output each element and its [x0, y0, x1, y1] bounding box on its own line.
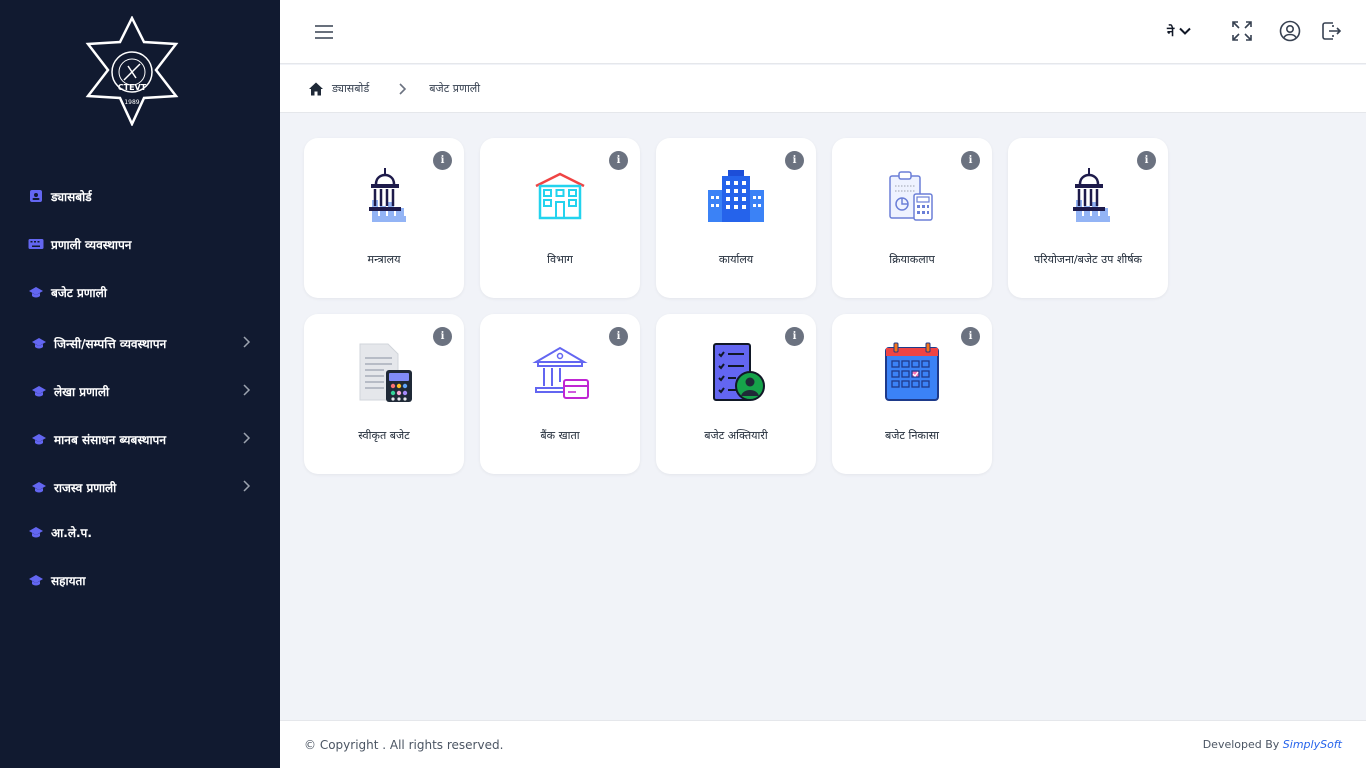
sidebar-item-help[interactable]: सहायता — [28, 565, 252, 595]
sidebar-item-label: जिन्सी/सम्पत्ति व्यवस्थापन — [54, 336, 167, 351]
sidebar-item-human-resources[interactable]: मानब संसाधन ब्यबस्थापन — [31, 424, 255, 454]
home-icon[interactable] — [308, 81, 324, 97]
sidebar-item-label: राजस्व प्रणाली — [54, 480, 117, 495]
sidebar-item-label: लेखा प्रणाली — [54, 384, 110, 399]
card-label: परियोजना/बजेट उप शीर्षक — [1033, 253, 1143, 266]
info-icon[interactable]: i — [609, 151, 628, 170]
card-ministry[interactable]: i मन्त्रालय — [304, 138, 464, 298]
chevron-right-icon — [243, 480, 251, 492]
card-label: मन्त्रालय — [367, 253, 401, 266]
logo-text: CTEVT — [118, 83, 147, 92]
card-department[interactable]: i विभाग — [480, 138, 640, 298]
card-label: बजेट निकासा — [884, 429, 940, 442]
info-icon[interactable]: i — [1137, 151, 1156, 170]
chevron-right-icon — [243, 432, 251, 444]
sidebar-item-audit[interactable]: आ.ले.प. — [28, 517, 252, 547]
info-icon[interactable]: i — [609, 327, 628, 346]
card-office[interactable]: i कार्यालय — [656, 138, 816, 298]
card-project-budget-subheading[interactable]: i परियोजना/बजेट उप शीर्षक — [1008, 138, 1168, 298]
chevron-down-icon — [1179, 27, 1191, 35]
card-budget-release[interactable]: i बजेट निकासा — [832, 314, 992, 474]
graduation-cap-icon — [28, 524, 44, 540]
sidebar-item-revenue-system[interactable]: राजस्व प्रणाली — [31, 472, 255, 502]
bank-account-icon — [532, 346, 589, 399]
sidebar-item-dashboard[interactable]: ड्यासबोर्ड — [28, 181, 252, 211]
budget-release-calendar-icon — [885, 342, 939, 401]
logout-icon[interactable] — [1320, 20, 1342, 42]
graduation-cap-icon — [31, 383, 47, 399]
card-label: स्वीकृत बजेट — [358, 429, 410, 442]
sidebar-item-label: प्रणाली व्यवस्थापन — [51, 237, 132, 252]
card-label: बजेट अक्तियारी — [704, 429, 768, 442]
card-bank-account[interactable]: i बैंक खाता — [480, 314, 640, 474]
developer-credit: Developed By SimplySoft — [1203, 738, 1342, 751]
copyright-text: © Copyright . All rights reserved. — [304, 738, 504, 752]
graduation-cap-icon — [31, 335, 47, 351]
budget-authority-icon — [713, 343, 765, 401]
top-header: ने — [280, 0, 1366, 64]
info-icon[interactable]: i — [785, 151, 804, 170]
sidebar-item-accounting-system[interactable]: लेखा प्रणाली — [31, 376, 255, 406]
chevron-right-icon — [399, 82, 407, 95]
breadcrumb-current: बजेट प्रणाली — [429, 82, 481, 95]
footer: © Copyright . All rights reserved. Devel… — [280, 720, 1366, 768]
card-label: बैंक खाता — [540, 429, 580, 442]
menu-icon[interactable] — [314, 22, 334, 42]
card-activity[interactable]: i क्रियाकलाप — [832, 138, 992, 298]
office-buildings-icon — [708, 170, 764, 222]
graduation-cap-icon — [31, 431, 47, 447]
sidebar-item-label: सहायता — [51, 573, 86, 588]
sidebar-item-system-management[interactable]: प्रणाली व्यवस्थापन — [28, 229, 252, 259]
graduation-cap-icon — [28, 572, 44, 588]
sidebar-item-assets-management[interactable]: जिन्सी/सम्पत्ति व्यवस्थापन — [31, 328, 255, 358]
ctevt-logo[interactable]: CTEVT 1989 — [84, 15, 180, 127]
graduation-cap-icon — [28, 284, 44, 300]
keyboard-icon — [28, 236, 44, 252]
sidebar: CTEVT 1989 ड्यासबोर्ड प्रणाली व्यवस्थापन… — [0, 0, 280, 768]
activity-clipboard-icon — [889, 171, 933, 221]
info-icon[interactable]: i — [785, 327, 804, 346]
department-building-icon — [535, 172, 585, 220]
sidebar-item-budget-system[interactable]: बजेट प्रणाली — [28, 277, 252, 307]
sidebar-item-label: ड्यासबोर्ड — [51, 189, 92, 204]
info-icon[interactable]: i — [961, 151, 980, 170]
developed-by-text: Developed By — [1202, 738, 1280, 751]
card-budget-authority[interactable]: i बजेट अक्तियारी — [656, 314, 816, 474]
card-approved-budget[interactable]: i स्वीकृत बजेट — [304, 314, 464, 474]
card-label: कार्यालय — [718, 253, 754, 266]
sidebar-item-label: बजेट प्रणाली — [51, 285, 107, 300]
card-label: विभाग — [547, 253, 573, 266]
user-circle-icon[interactable] — [1279, 20, 1301, 42]
chevron-right-icon — [243, 336, 251, 348]
id-badge-icon — [28, 188, 44, 204]
sidebar-item-label: मानब संसाधन ब्यबस्थापन — [54, 432, 167, 447]
breadcrumb-home-link[interactable]: ड्यासबोर्ड — [332, 81, 369, 96]
graduation-cap-icon — [31, 479, 47, 495]
chevron-right-icon — [243, 384, 251, 396]
language-selector[interactable]: ने — [1167, 20, 1192, 42]
developer-link[interactable]: SimplySoft — [1283, 738, 1342, 751]
ministry-building-icon — [369, 168, 406, 222]
fullscreen-icon[interactable] — [1231, 20, 1253, 42]
info-icon[interactable]: i — [433, 151, 452, 170]
card-label: क्रियाकलाप — [889, 253, 935, 266]
language-label: ने — [1167, 25, 1175, 40]
project-building-icon — [1073, 168, 1110, 222]
logo-year: 1989 — [124, 99, 139, 106]
breadcrumb: ड्यासबोर्ड बजेट प्रणाली — [280, 65, 1366, 113]
info-icon[interactable]: i — [961, 327, 980, 346]
sidebar-item-label: आ.ले.प. — [51, 525, 92, 540]
approved-budget-calculator-icon — [359, 343, 412, 402]
info-icon[interactable]: i — [433, 327, 452, 346]
